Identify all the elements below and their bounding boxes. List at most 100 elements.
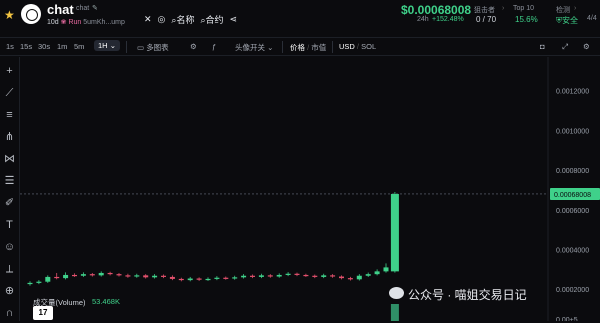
settings-sliders-icon[interactable]: ⚙ <box>190 42 197 51</box>
share-icon[interactable]: ⋖ <box>230 14 238 25</box>
candle-body <box>365 274 371 276</box>
pattern-icon[interactable]: ⋈ <box>3 153 16 166</box>
candle-body <box>98 272 104 276</box>
horizontal-lines-icon[interactable]: ≡ <box>3 109 16 122</box>
candle-body <box>241 275 247 278</box>
check-status: ⛨安全 <box>556 15 578 26</box>
search-contract-button[interactable]: ⌕合约 <box>200 13 223 26</box>
candle-body <box>72 274 77 277</box>
token-subtitle: chat <box>76 5 90 12</box>
settings-gear-icon[interactable]: ⚙ <box>583 42 590 51</box>
candle-body <box>196 278 202 280</box>
interval-1h[interactable]: 1H ⌄ <box>94 40 120 51</box>
candle-body <box>27 282 33 285</box>
edit-pencil-icon[interactable]: ✎ <box>92 4 98 12</box>
watermark: 公众号 · 喵姐交易日记 <box>408 288 527 302</box>
candle-body <box>276 274 282 277</box>
check-count: 4/4 <box>587 15 597 22</box>
price-chart[interactable]: 0.0012000 0.0010000 0.0008000 0.0006000 0.00… <box>20 57 600 323</box>
fib-icon[interactable]: ☰ <box>3 175 16 188</box>
ruler-icon[interactable]: ⟂ <box>3 263 16 276</box>
indicators-button[interactable]: ▭ 多图表 <box>137 42 169 53</box>
text-tool-icon[interactable]: T <box>3 219 16 232</box>
camera-icon[interactable]: ◘ <box>540 42 545 51</box>
y-tick-label: 0.0002000 <box>556 287 589 294</box>
run-label: Run <box>68 19 82 26</box>
check-value: 安全 <box>562 16 578 25</box>
chart-toolbar: 1s 15s 30s 1m 5m 1H ⌄ ▭ 多图表 ⚙ ƒ 头像开关 ⌄ 价… <box>0 37 600 56</box>
search-name-button[interactable]: ⌕名称 <box>171 13 194 26</box>
candle-body <box>125 275 131 277</box>
interval-1m[interactable]: 1m <box>57 42 67 51</box>
y-tick-label: 0.0008000 <box>556 168 589 175</box>
candle-body <box>107 272 113 275</box>
y-tick-label: 0.0010000 <box>556 128 589 135</box>
currency-usd: USD <box>339 42 355 51</box>
brush-icon[interactable]: ✐ <box>3 197 16 210</box>
candle-body <box>169 276 175 279</box>
candle-body <box>321 275 327 277</box>
candle-body <box>187 278 193 281</box>
interval-30s[interactable]: 30s <box>38 42 50 51</box>
snipers-label: 狙击者 <box>474 7 495 14</box>
top-icons: ✕ ◎ ⌕名称 ⌕合约 ⋖ <box>144 13 237 26</box>
candle-body <box>54 276 60 279</box>
candle-body <box>356 275 362 280</box>
token-meta: 10d ❀ Run 5umKh...ump <box>47 18 125 26</box>
candle-body <box>390 193 399 272</box>
avatar-toggle-button[interactable]: 头像开关 ⌄ <box>235 42 273 53</box>
zoom-in-icon[interactable]: ⊕ <box>3 285 16 298</box>
candle-body <box>205 278 211 281</box>
candle-body <box>294 273 300 275</box>
token-age: 10d <box>47 19 59 26</box>
avatar-toggle-label: 头像开关 <box>235 43 265 52</box>
candle-body <box>383 267 389 272</box>
candle-body <box>250 275 255 277</box>
divider <box>126 41 127 53</box>
candle-body <box>330 275 336 277</box>
globe-icon[interactable]: ◎ <box>158 14 166 25</box>
candle-body <box>36 281 42 283</box>
indicators-icon: ▭ <box>137 43 145 52</box>
trend-line-icon[interactable]: ⟋ <box>3 87 16 100</box>
check-chevron-icon[interactable]: › <box>574 5 576 12</box>
wechat-icon <box>389 287 404 299</box>
divider <box>332 41 333 53</box>
avatar-toggle-chevron-icon: ⌄ <box>267 43 274 52</box>
candle-body <box>347 278 353 280</box>
currency-toggle[interactable]: USD / SOL <box>339 42 376 51</box>
fullscreen-icon[interactable]: ⤢ <box>562 42 568 52</box>
check-label: 检测 <box>556 7 570 14</box>
top10-value: 15.6% <box>515 15 538 24</box>
interval-15s[interactable]: 15s <box>20 42 32 51</box>
candle-body <box>178 278 184 281</box>
magnet-icon[interactable]: ∩ <box>3 307 16 320</box>
token-address[interactable]: 5umKh...ump <box>83 19 125 26</box>
interval-5m[interactable]: 5m <box>74 42 84 51</box>
price-mcap-toggle[interactable]: 价格 / 市值 <box>290 42 326 53</box>
candle-body <box>134 275 140 277</box>
emoji-icon[interactable]: ☺ <box>3 241 16 254</box>
y-tick-label: 0.0012000 <box>556 89 589 96</box>
currency-sol: SOL <box>361 42 377 51</box>
top-bar: ★ chat chat ✎ 10d ❀ Run 5umKh...ump ✕ ◎ … <box>0 0 600 34</box>
interval-1s[interactable]: 1s <box>6 42 14 51</box>
crosshair-icon[interactable]: + <box>3 65 16 78</box>
formula-icon[interactable]: ƒ <box>212 42 216 51</box>
y-tick-label: 0.00+5 <box>556 317 578 321</box>
divider <box>282 41 283 53</box>
candle-body <box>143 275 149 278</box>
snipers-value: 0 / 70 <box>476 15 497 24</box>
x-twitter-icon[interactable]: ✕ <box>144 14 152 25</box>
flower-icon: ❀ <box>60 19 67 26</box>
candle-body <box>89 274 95 276</box>
y-tick-label: 0.0006000 <box>556 208 589 215</box>
candle-body <box>45 276 51 282</box>
favorite-star-icon[interactable]: ★ <box>4 8 15 22</box>
pitchfork-icon[interactable]: ⋔ <box>3 131 16 144</box>
drawing-tools: + ⟋ ≡ ⋔ ⋈ ☰ ✐ T ☺ ⟂ ⊕ ∩ <box>0 57 20 321</box>
snipers-chevron-icon[interactable]: › <box>502 5 504 12</box>
volume-value: 53.468K <box>92 297 120 306</box>
price-change: +152.48% <box>432 16 464 23</box>
interval-1h-label: 1H <box>98 41 108 50</box>
